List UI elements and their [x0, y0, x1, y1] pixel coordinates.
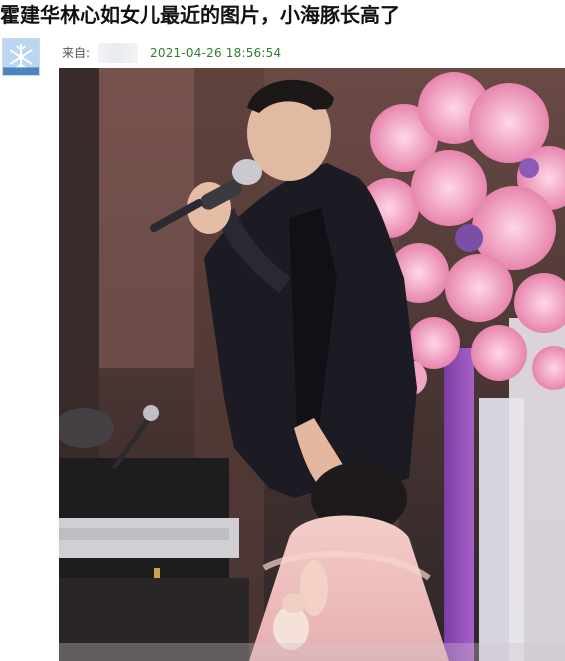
snowflake-avatar-icon	[3, 39, 39, 75]
post-title: 霍建华林心如女儿最近的图片，小海豚长高了	[0, 3, 400, 27]
avatar[interactable]	[2, 38, 40, 76]
stage-performance-photo	[59, 68, 565, 661]
source-label: 来自:	[62, 46, 91, 60]
post-photo[interactable]	[59, 68, 565, 661]
post-meta: 来自: 2021-04-26 18:56:54	[62, 43, 282, 63]
post-timestamp: 2021-04-26 18:56:54	[150, 46, 282, 60]
post-card: 霍建华林心如女儿最近的图片，小海豚长高了 来自: 2021-04-26 18:5…	[0, 0, 565, 661]
source-name-redacted	[98, 43, 139, 63]
